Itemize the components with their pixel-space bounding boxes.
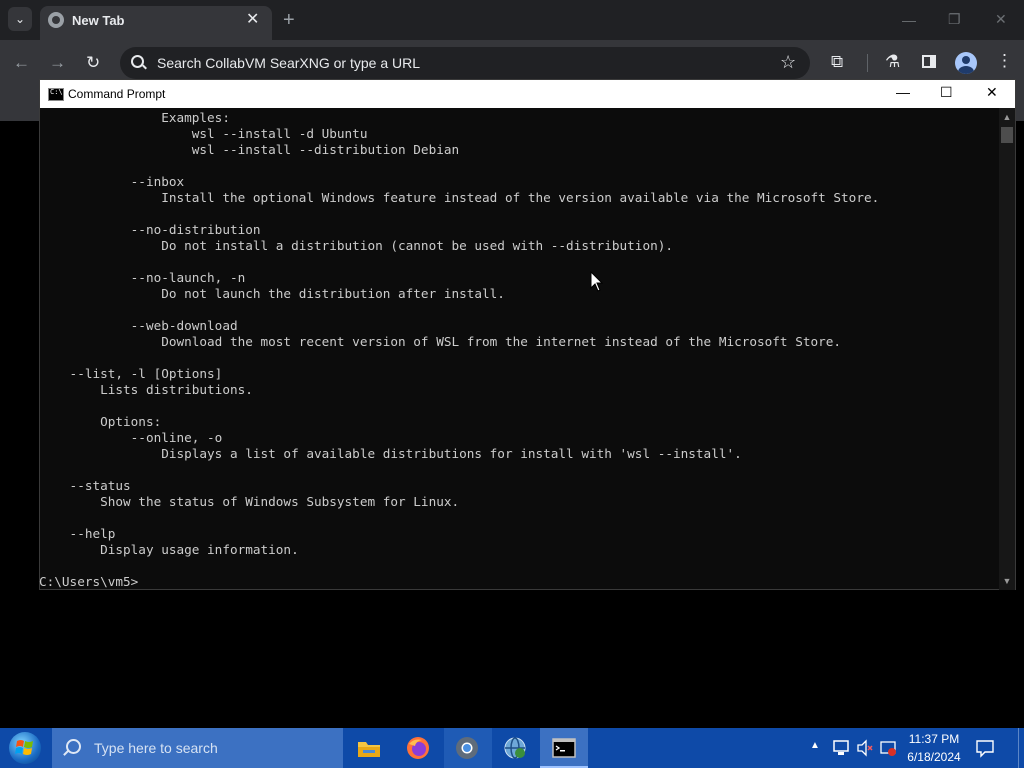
cmd-output-line: --web-download — [39, 318, 238, 333]
cmd-title-bar[interactable] — [40, 80, 1015, 108]
clock-date[interactable]: 6/18/2024 — [900, 750, 968, 764]
cmd-output-line: --status — [39, 478, 131, 493]
profile-icon[interactable] — [955, 52, 977, 74]
command-prompt-icon — [552, 738, 576, 758]
mouse-cursor-icon — [590, 271, 604, 292]
toolbar-divider — [867, 54, 868, 72]
cmd-output-line: --no-launch, -n — [39, 270, 246, 285]
cmd-maximize-button[interactable]: ☐ — [940, 84, 953, 101]
action-center-alert-icon[interactable] — [879, 739, 897, 757]
cmd-output-line — [39, 254, 997, 270]
side-panel-icon[interactable] — [922, 55, 936, 68]
cmd-output-line: Download the most recent version of WSL … — [39, 334, 842, 349]
cmd-output-line: Do not install a distribution (cannot be… — [39, 238, 673, 253]
cmd-output[interactable]: Examples: wsl --install -d Ubuntu wsl --… — [39, 110, 997, 590]
cmd-output-line: Displays a list of available distributio… — [39, 446, 742, 461]
cmd-window-title: Command Prompt — [68, 87, 166, 101]
cmd-output-line — [39, 462, 997, 478]
firefox-icon — [407, 737, 429, 759]
cmd-close-button[interactable]: ✕ — [986, 84, 998, 101]
star-icon[interactable]: ☆ — [780, 52, 796, 73]
search-icon — [66, 739, 81, 754]
scrollbar-thumb[interactable] — [1001, 127, 1013, 143]
tab-close-button[interactable]: ✕ — [246, 10, 259, 30]
address-bar-placeholder: Search CollabVM SearXNG or type a URL — [157, 55, 420, 71]
cmd-output-line: --no-distribution — [39, 222, 261, 237]
cmd-output-line — [39, 302, 997, 318]
cmd-output-line — [39, 350, 997, 366]
search-icon — [131, 55, 144, 68]
cmd-output-line — [39, 398, 997, 414]
cmd-output-line: Do not launch the distribution after ins… — [39, 286, 505, 301]
new-tab-button[interactable]: + — [283, 8, 295, 32]
windows-logo-icon — [15, 740, 33, 755]
cmd-output-line: --list, -l [Options] — [39, 366, 223, 381]
cmd-output-line — [39, 158, 997, 174]
cmd-output-line: --inbox — [39, 174, 185, 189]
taskbar-search-placeholder: Type here to search — [94, 740, 218, 756]
browser-close-button[interactable]: ✕ — [995, 11, 1007, 28]
new-tab-favicon-icon — [48, 12, 64, 28]
cmd-output-line — [39, 206, 997, 222]
cmd-output-line: --online, -o — [39, 430, 223, 445]
show-desktop-button[interactable] — [1018, 728, 1024, 768]
cmd-minimize-button[interactable]: — — [896, 84, 910, 100]
forward-button[interactable]: → — [49, 53, 66, 73]
cmd-output-line — [39, 558, 997, 574]
menu-icon[interactable]: ⋮ — [996, 51, 1013, 71]
cmd-output-line: Install the optional Windows feature ins… — [39, 190, 880, 205]
cmd-output-line: Options: — [39, 414, 162, 429]
volume-muted-icon[interactable] — [856, 739, 874, 757]
cmd-output-line: Show the status of Windows Subsystem for… — [39, 494, 460, 509]
extensions-icon[interactable]: ⧉ — [831, 52, 843, 72]
chrome-icon — [456, 737, 478, 759]
cmd-scrollbar[interactable] — [999, 108, 1015, 590]
tab-search-button[interactable]: ⌄ — [8, 7, 32, 31]
network-globe-icon — [504, 737, 526, 759]
scroll-down-arrow-icon[interactable]: ▼ — [999, 572, 1015, 590]
browser-minimize-button[interactable]: — — [902, 12, 916, 28]
command-prompt-icon — [48, 88, 64, 101]
back-button[interactable]: ← — [13, 53, 30, 73]
network-icon[interactable] — [832, 739, 850, 757]
cmd-output-line — [39, 510, 997, 526]
notifications-icon[interactable] — [975, 738, 995, 758]
reload-button[interactable]: ↻ — [86, 53, 100, 73]
browser-restore-button[interactable]: ❐ — [948, 11, 961, 28]
show-hidden-icons-button[interactable]: ▲ — [810, 740, 820, 751]
cmd-output-line: wsl --install -d Ubuntu — [39, 126, 368, 141]
cmd-output-line: wsl --install --distribution Debian — [39, 142, 460, 157]
cmd-output-line: Display usage information. — [39, 542, 299, 557]
cmd-output-line: Lists distributions. — [39, 382, 253, 397]
cmd-output-line: Examples: — [39, 110, 230, 125]
tab-title: New Tab — [72, 13, 125, 28]
scroll-up-arrow-icon[interactable]: ▲ — [999, 108, 1015, 126]
labs-icon[interactable]: ⚗ — [885, 52, 900, 72]
cmd-output-line: C:\Users\vm5> — [39, 574, 139, 589]
file-explorer-icon — [358, 742, 380, 757]
clock-time[interactable]: 11:37 PM — [900, 732, 968, 746]
cmd-output-line: --help — [39, 526, 116, 541]
